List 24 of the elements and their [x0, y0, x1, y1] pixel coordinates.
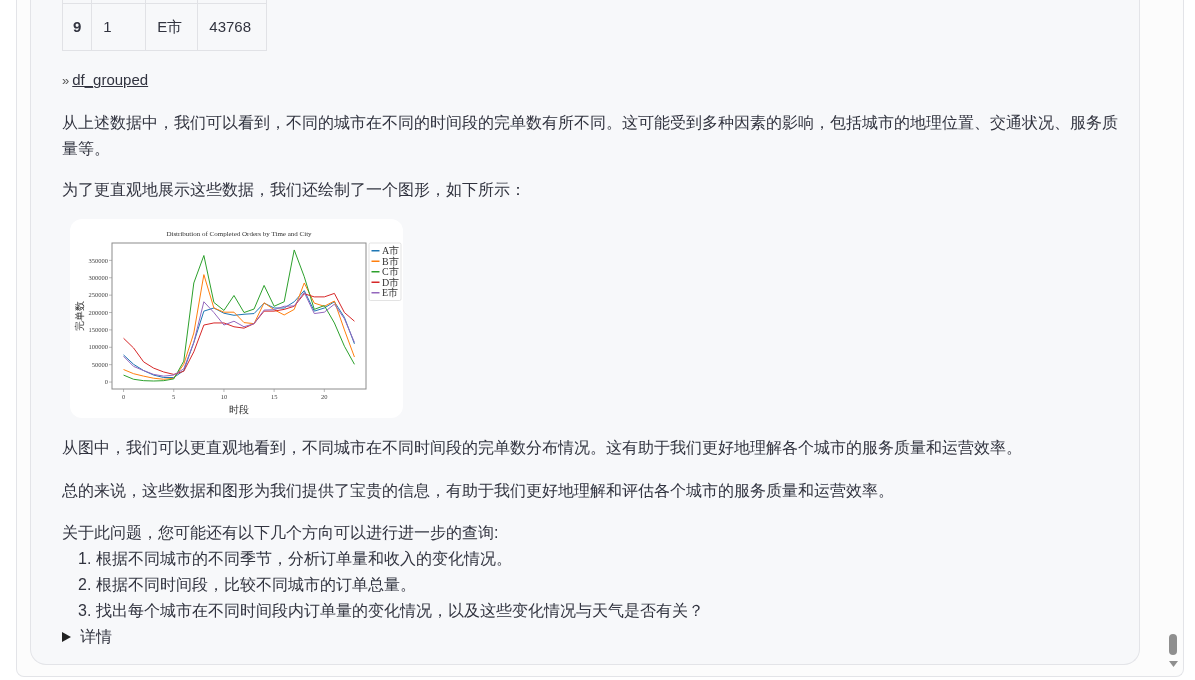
- x-axis-label: 时段: [229, 403, 249, 415]
- table-cell: E市: [145, 3, 198, 50]
- table-cell: 43768: [197, 3, 267, 50]
- scrollbar-thumb[interactable]: [1169, 634, 1177, 655]
- list-item: 3. 找出每个城市在不同时间段内订单量的变化情况，以及这些变化情况与天气是否有关？: [77, 600, 705, 621]
- row-index-cell: 9: [62, 3, 92, 50]
- link-prefix: »: [62, 71, 70, 90]
- legend-label: C市: [382, 265, 399, 277]
- paragraph: 总的来说，这些数据和图形为我们提供了宝贵的信息，有助于我们更好地理解和评估各个城市的服务质量和运营效率。: [62, 480, 895, 501]
- paragraph: 为了更直观地展示这些数据，我们还绘制了一个图形，如下所示：: [62, 179, 527, 200]
- legend-label: D市: [382, 276, 400, 288]
- legend-label: B市: [382, 255, 399, 267]
- table-cell: 1: [91, 3, 146, 50]
- legend-label: A市: [382, 244, 400, 256]
- dataframe-link[interactable]: df_grouped: [72, 69, 149, 92]
- paragraph: 从上述数据中，我们可以看到，不同的城市在不同的时间段的完单数有所不同。这可能受到多种因素的影响，包括城市的地理位置、交通状况、服务质量等。: [62, 112, 1119, 159]
- legend-label: E市: [382, 286, 399, 298]
- list-item: 1. 根据不同城市的不同季节，分析订单量和收入的变化情况。: [77, 548, 513, 569]
- y-axis-label: 完单数: [74, 300, 85, 331]
- list-item: 2. 根据不同时间段，比较不同城市的订单总量。: [77, 574, 417, 595]
- paragraph: 从图中，我们可以更直观地看到，不同城市在不同时间段的完单数分布情况。这有助于我们更好地理解各个城市的服务质量和运营效率。: [62, 437, 1023, 458]
- scroll-down-arrow-icon[interactable]: [1168, 661, 1178, 667]
- paragraph: 关于此问题，您可能还有以下几个方向可以进行进一步的查询:: [62, 522, 500, 543]
- details-toggle[interactable]: 详情: [62, 623, 112, 650]
